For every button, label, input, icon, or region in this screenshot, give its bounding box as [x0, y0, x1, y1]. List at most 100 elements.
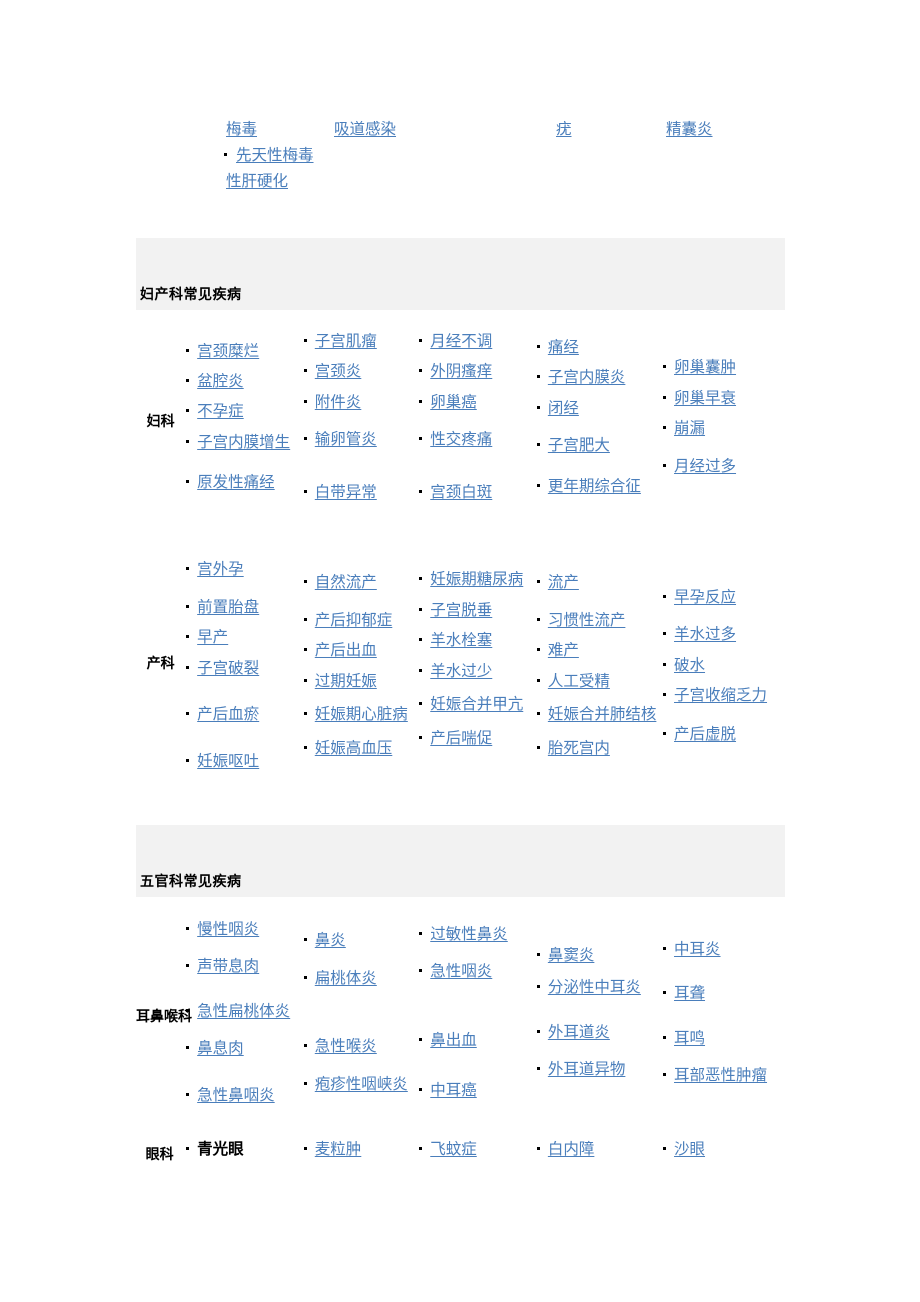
- list-item: 宫外孕: [185, 558, 303, 582]
- disease-link[interactable]: 习惯性流产: [548, 612, 626, 629]
- disease-link[interactable]: 分泌性中耳炎: [548, 979, 641, 996]
- disease-link[interactable]: 痛经: [548, 339, 579, 356]
- disease-link[interactable]: 急性扁桃体炎: [197, 1003, 290, 1020]
- disease-link[interactable]: 羊水栓塞: [430, 632, 492, 649]
- disease-link[interactable]: 月经过多: [674, 458, 736, 475]
- disease-link[interactable]: 过敏性鼻炎: [430, 926, 508, 943]
- disease-link[interactable]: 外耳道炎: [548, 1024, 610, 1041]
- disease-link[interactable]: 胎死宫内: [548, 740, 610, 757]
- disease-link[interactable]: 妊娠期糖尿病: [430, 571, 523, 588]
- disease-link[interactable]: 外耳道异物: [548, 1061, 626, 1078]
- disease-link[interactable]: 子宫破裂: [197, 660, 259, 677]
- disease-link[interactable]: 中耳癌: [430, 1082, 477, 1099]
- disease-link[interactable]: 早孕反应: [674, 589, 736, 606]
- disease-link[interactable]: 麦粒肿: [315, 1141, 362, 1158]
- disease-link[interactable]: 疣: [556, 118, 572, 142]
- disease-link[interactable]: 白带异常: [315, 484, 377, 501]
- disease-link[interactable]: 白内障: [548, 1141, 595, 1158]
- disease-link[interactable]: 精囊炎: [666, 118, 713, 142]
- disease-link[interactable]: 声带息肉: [197, 958, 259, 975]
- disease-link[interactable]: 闭经: [548, 400, 579, 417]
- disease-link[interactable]: 破水: [674, 657, 705, 674]
- disease-link[interactable]: 产后喘促: [430, 730, 492, 747]
- disease-link[interactable]: 不孕症: [197, 403, 244, 420]
- disease-list: 月经不调 外阴瘙痒 卵巢癌 性交疼痛 宫颈白斑: [418, 330, 536, 505]
- disease-link[interactable]: 耳聋: [674, 985, 705, 1002]
- disease-link[interactable]: 鼻出血: [430, 1032, 477, 1049]
- disease-link[interactable]: 子宫收缩乏力: [674, 687, 767, 704]
- disease-link[interactable]: 沙眼: [674, 1141, 705, 1158]
- list-item: 耳鸣: [662, 1027, 785, 1051]
- disease-link[interactable]: 妊娠合并甲亢: [430, 696, 523, 713]
- disease-link[interactable]: 外阴瘙痒: [430, 363, 492, 380]
- disease-link[interactable]: 妊娠合并肺结核: [548, 706, 657, 723]
- list-item: 胎死宫内: [536, 737, 662, 761]
- disease-link[interactable]: 卵巢早衰: [674, 390, 736, 407]
- disease-link[interactable]: 中耳炎: [674, 941, 721, 958]
- disease-link[interactable]: 更年期综合征: [548, 478, 641, 495]
- disease-link[interactable]: 梅毒: [226, 118, 257, 142]
- disease-link[interactable]: 前置胎盘: [197, 599, 259, 616]
- disease-link[interactable]: 月经不调: [430, 333, 492, 350]
- disease-link[interactable]: 原发性痛经: [197, 474, 275, 491]
- disease-link[interactable]: 产后虚脱: [674, 726, 736, 743]
- disease-link[interactable]: 产后抑郁症: [315, 612, 393, 629]
- disease-link[interactable]: 羊水过多: [674, 626, 736, 643]
- disease-link[interactable]: 先天性梅毒: [236, 144, 314, 168]
- disease-link[interactable]: 子宫肥大: [548, 437, 610, 454]
- disease-link[interactable]: 宫颈糜烂: [197, 343, 259, 360]
- disease-link[interactable]: 鼻息肉: [197, 1040, 244, 1057]
- disease-link[interactable]: 疱疹性咽峡炎: [315, 1076, 408, 1093]
- disease-link[interactable]: 妊娠呕吐: [197, 753, 259, 770]
- continued-table-fragment: 梅毒 吸道感染 疣 精囊炎 先天性梅毒 性肝硬化: [136, 108, 786, 213]
- table-row: 耳鼻喉科 慢性咽炎 声带息肉 急性扁桃体炎 鼻息肉 急性鼻咽炎 鼻炎 扁桃体炎 …: [136, 918, 785, 1114]
- list-item: 性交疼痛: [418, 428, 536, 452]
- list-item: 耳聋: [662, 982, 785, 1006]
- disease-link[interactable]: 羊水过少: [430, 663, 492, 680]
- disease-link[interactable]: 盆腔炎: [197, 373, 244, 390]
- disease-link[interactable]: 急性鼻咽炎: [197, 1087, 275, 1104]
- disease-link[interactable]: 过期妊娠: [315, 673, 377, 690]
- disease-link[interactable]: 子宫脱垂: [430, 602, 492, 619]
- disease-link[interactable]: 卵巢囊肿: [674, 359, 736, 376]
- disease-link[interactable]: 宫外孕: [197, 561, 244, 578]
- disease-link[interactable]: 耳部恶性肿瘤: [674, 1067, 767, 1084]
- list-bullet-icon: [224, 153, 227, 156]
- disease-link[interactable]: 鼻炎: [315, 932, 346, 949]
- disease-link[interactable]: 耳鸣: [674, 1030, 705, 1047]
- disease-link[interactable]: 鼻窦炎: [548, 947, 595, 964]
- list-item: 扁桃体炎: [303, 967, 418, 991]
- disease-link[interactable]: 崩漏: [674, 420, 705, 437]
- disease-link[interactable]: 卵巢癌: [430, 394, 477, 411]
- disease-link[interactable]: 妊娠高血压: [315, 740, 393, 757]
- cell-ent-col1: 慢性咽炎 声带息肉 急性扁桃体炎 鼻息肉 急性鼻咽炎: [185, 918, 303, 1114]
- section-title: 妇产科常见疾病: [140, 286, 242, 302]
- disease-link[interactable]: 产后出血: [315, 642, 377, 659]
- disease-link[interactable]: 输卵管炎: [315, 431, 377, 448]
- disease-link[interactable]: 性交疼痛: [430, 431, 492, 448]
- disease-link[interactable]: 扁桃体炎: [315, 970, 377, 987]
- disease-link[interactable]: 流产: [548, 574, 579, 591]
- disease-link[interactable]: 慢性咽炎: [197, 921, 259, 938]
- disease-link[interactable]: 宫颈炎: [315, 363, 362, 380]
- table-row: 眼科 青光眼 麦粒肿 飞蚊症 白内障 沙眼: [136, 1138, 785, 1168]
- disease-link[interactable]: 妊娠期心脏病: [315, 706, 408, 723]
- disease-link[interactable]: 性肝硬化: [226, 170, 288, 194]
- disease-link[interactable]: 急性喉炎: [315, 1038, 377, 1055]
- disease-link[interactable]: 难产: [548, 642, 579, 659]
- disease-link[interactable]: 子宫内膜增生: [197, 434, 290, 451]
- row-label-ophthalmology: 眼科: [145, 1145, 174, 1162]
- disease-link[interactable]: 飞蚊症: [430, 1141, 477, 1158]
- disease-link[interactable]: 产后血瘀: [197, 706, 259, 723]
- disease-link[interactable]: 附件炎: [315, 394, 362, 411]
- disease-link[interactable]: 早产: [197, 629, 228, 646]
- disease-link[interactable]: 子宫肌瘤: [315, 333, 377, 350]
- disease-link[interactable]: 子宫内膜炎: [548, 369, 626, 386]
- list-item: 声带息肉: [185, 955, 303, 979]
- disease-link[interactable]: 吸道感染: [334, 118, 396, 142]
- list-item: 原发性痛经: [185, 471, 303, 495]
- disease-link[interactable]: 人工受精: [548, 673, 610, 690]
- disease-link[interactable]: 急性咽炎: [430, 963, 492, 980]
- disease-link[interactable]: 自然流产: [315, 574, 377, 591]
- disease-link[interactable]: 宫颈白斑: [430, 484, 492, 501]
